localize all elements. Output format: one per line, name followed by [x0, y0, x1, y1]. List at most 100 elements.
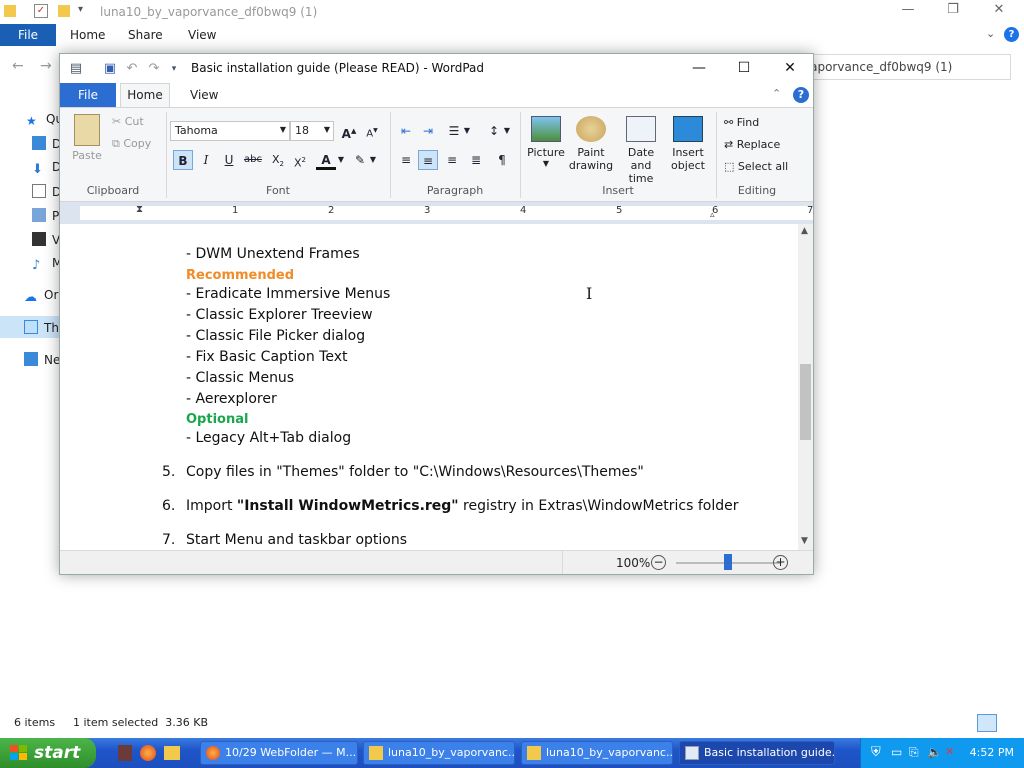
- qat-customize-icon[interactable]: ▾: [166, 61, 182, 77]
- tab-home[interactable]: Home: [120, 83, 170, 108]
- scroll-down-icon[interactable]: ▼: [801, 536, 808, 546]
- error-icon[interactable]: ✕: [945, 745, 954, 758]
- wordpad-minimize-button[interactable]: —: [676, 54, 722, 83]
- grow-font-icon[interactable]: A▲: [339, 121, 359, 141]
- shield-icon[interactable]: ⛨: [871, 745, 881, 760]
- qat-dropdown-icon[interactable]: ▾: [78, 4, 83, 15]
- ribbon-collapse-icon[interactable]: ⌃: [772, 87, 781, 100]
- select-all-button[interactable]: ⬚ Select all: [724, 160, 788, 173]
- decrease-indent-icon[interactable]: ⇤: [396, 121, 416, 141]
- chevron-down-icon[interactable]: ⌄: [986, 27, 995, 40]
- taskbar-button-firefox[interactable]: 10/29 WebFolder — M...: [200, 741, 358, 765]
- superscript-button[interactable]: X2: [290, 150, 310, 170]
- underline-button[interactable]: U: [219, 150, 239, 170]
- align-center-icon[interactable]: ≡: [418, 150, 438, 170]
- bullets-icon[interactable]: ☰: [444, 121, 464, 141]
- maximize-button[interactable]: ❐: [938, 2, 968, 22]
- new-folder-icon[interactable]: [58, 5, 70, 17]
- align-left-icon[interactable]: ≡: [396, 150, 416, 170]
- shrink-font-icon[interactable]: A▼: [362, 121, 382, 141]
- system-tray: ⛨ ▭ ⎘ 🔈 ✕ 4:52 PM: [860, 738, 1024, 768]
- undo-icon[interactable]: ↶: [124, 61, 140, 77]
- minimize-button[interactable]: —: [893, 2, 923, 22]
- document-area[interactable]: - DWM Unextend Frames Recommended - Erad…: [60, 224, 798, 550]
- back-arrow-icon[interactable]: ←: [12, 58, 24, 74]
- tab-home[interactable]: Home: [70, 28, 105, 42]
- subscript-button[interactable]: X2: [268, 150, 288, 170]
- chevron-down-icon: ▼: [279, 125, 286, 134]
- zoom-out-button[interactable]: −: [651, 555, 666, 570]
- replace-button[interactable]: ⇄ Replace: [724, 138, 780, 151]
- taskbar-button-explorer-2[interactable]: luna10_by_vaporvanc...: [521, 741, 673, 765]
- strikethrough-button[interactable]: abc: [243, 150, 263, 170]
- date-time-button[interactable]: Date and time: [616, 116, 666, 185]
- chevron-down-icon[interactable]: ▼: [502, 121, 512, 141]
- details-view-icon[interactable]: [977, 714, 997, 732]
- insert-picture-button[interactable]: Picture ▼: [526, 116, 566, 168]
- wordpad-app-icon[interactable]: ▤: [68, 61, 84, 77]
- justify-icon[interactable]: ≣: [466, 150, 486, 170]
- address-field[interactable]: vaporvance_df0bwq9 (1): [796, 54, 1011, 80]
- text-cursor-icon: I: [586, 284, 593, 303]
- indent-marker-icon[interactable]: ⧗: [136, 204, 143, 215]
- font-family-select[interactable]: Tahoma ▼: [170, 121, 290, 141]
- line-spacing-icon[interactable]: ↕: [484, 121, 504, 141]
- wordpad-icon: [685, 746, 699, 760]
- usb-icon[interactable]: ⎘: [909, 745, 919, 760]
- paragraph-settings-icon[interactable]: ¶: [492, 150, 512, 170]
- download-icon: ⬇: [32, 162, 43, 177]
- insert-object-button[interactable]: Insert object: [666, 116, 710, 172]
- firefox-icon[interactable]: [140, 745, 156, 761]
- close-button[interactable]: ✕: [984, 2, 1014, 22]
- ruler-number: 1: [232, 205, 239, 216]
- folder-icon[interactable]: [164, 746, 180, 760]
- tab-file[interactable]: File: [0, 24, 56, 46]
- cut-button[interactable]: ✂ Cut: [112, 115, 144, 128]
- folder-icon: [369, 746, 383, 760]
- paste-button[interactable]: Paste: [72, 114, 102, 162]
- taskbar-button-wordpad[interactable]: Basic installation guide...: [679, 741, 835, 765]
- find-button[interactable]: ⚯ Find: [724, 116, 759, 129]
- tab-share[interactable]: Share: [128, 28, 163, 42]
- copy-button[interactable]: ⧉ Copy: [112, 137, 151, 151]
- bold-button[interactable]: B: [173, 150, 193, 170]
- wordpad-maximize-button[interactable]: ☐: [721, 54, 767, 83]
- help-icon[interactable]: ?: [1004, 27, 1019, 42]
- forward-arrow-icon[interactable]: →: [40, 58, 52, 74]
- zoom-slider-thumb[interactable]: [724, 554, 732, 570]
- italic-button[interactable]: I: [196, 150, 216, 170]
- properties-icon[interactable]: ✓: [34, 4, 48, 18]
- wordpad-window: ▤ ▣ ↶ ↷ ▾ Basic installation guide (Plea…: [59, 53, 814, 575]
- speaker-icon[interactable]: 🔈: [927, 745, 942, 759]
- object-icon: [673, 116, 703, 142]
- scrollbar-thumb[interactable]: [800, 364, 811, 440]
- tab-file[interactable]: File: [60, 83, 116, 107]
- quick-launch-app-icon[interactable]: [118, 745, 132, 761]
- highlight-icon[interactable]: ✎: [350, 150, 370, 170]
- redo-icon[interactable]: ↷: [146, 61, 162, 77]
- increase-indent-icon[interactable]: ⇥: [418, 121, 438, 141]
- chevron-down-icon[interactable]: ▼: [336, 150, 346, 170]
- vertical-scrollbar[interactable]: ▲ ▼: [798, 224, 813, 550]
- star-icon: ★: [26, 114, 37, 128]
- chevron-down-icon[interactable]: ▼: [462, 121, 472, 141]
- scroll-up-icon[interactable]: ▲: [801, 226, 808, 236]
- doc-line: - Aerexplorer: [186, 391, 277, 407]
- tab-view[interactable]: View: [190, 88, 218, 102]
- large-icons-view-icon[interactable]: [1002, 714, 1020, 732]
- zoom-in-button[interactable]: +: [773, 555, 788, 570]
- ruler[interactable]: ⧗ ▵ 1 2 3 4 5 6 7: [60, 202, 813, 224]
- save-icon[interactable]: ▣: [102, 61, 118, 77]
- start-button[interactable]: start: [0, 738, 96, 768]
- network-icon[interactable]: ▭: [891, 745, 902, 759]
- chevron-down-icon[interactable]: ▼: [368, 150, 378, 170]
- help-icon[interactable]: ?: [793, 87, 809, 103]
- font-color-icon[interactable]: A: [316, 150, 336, 170]
- folder-icon: [4, 5, 16, 17]
- tab-view[interactable]: View: [188, 28, 216, 42]
- taskbar-button-explorer-1[interactable]: luna10_by_vaporvanc...: [363, 741, 515, 765]
- wordpad-close-button[interactable]: ✕: [767, 54, 813, 83]
- paint-drawing-button[interactable]: Paint drawing: [568, 116, 614, 172]
- font-size-select[interactable]: 18 ▼: [290, 121, 334, 141]
- align-right-icon[interactable]: ≡: [442, 150, 462, 170]
